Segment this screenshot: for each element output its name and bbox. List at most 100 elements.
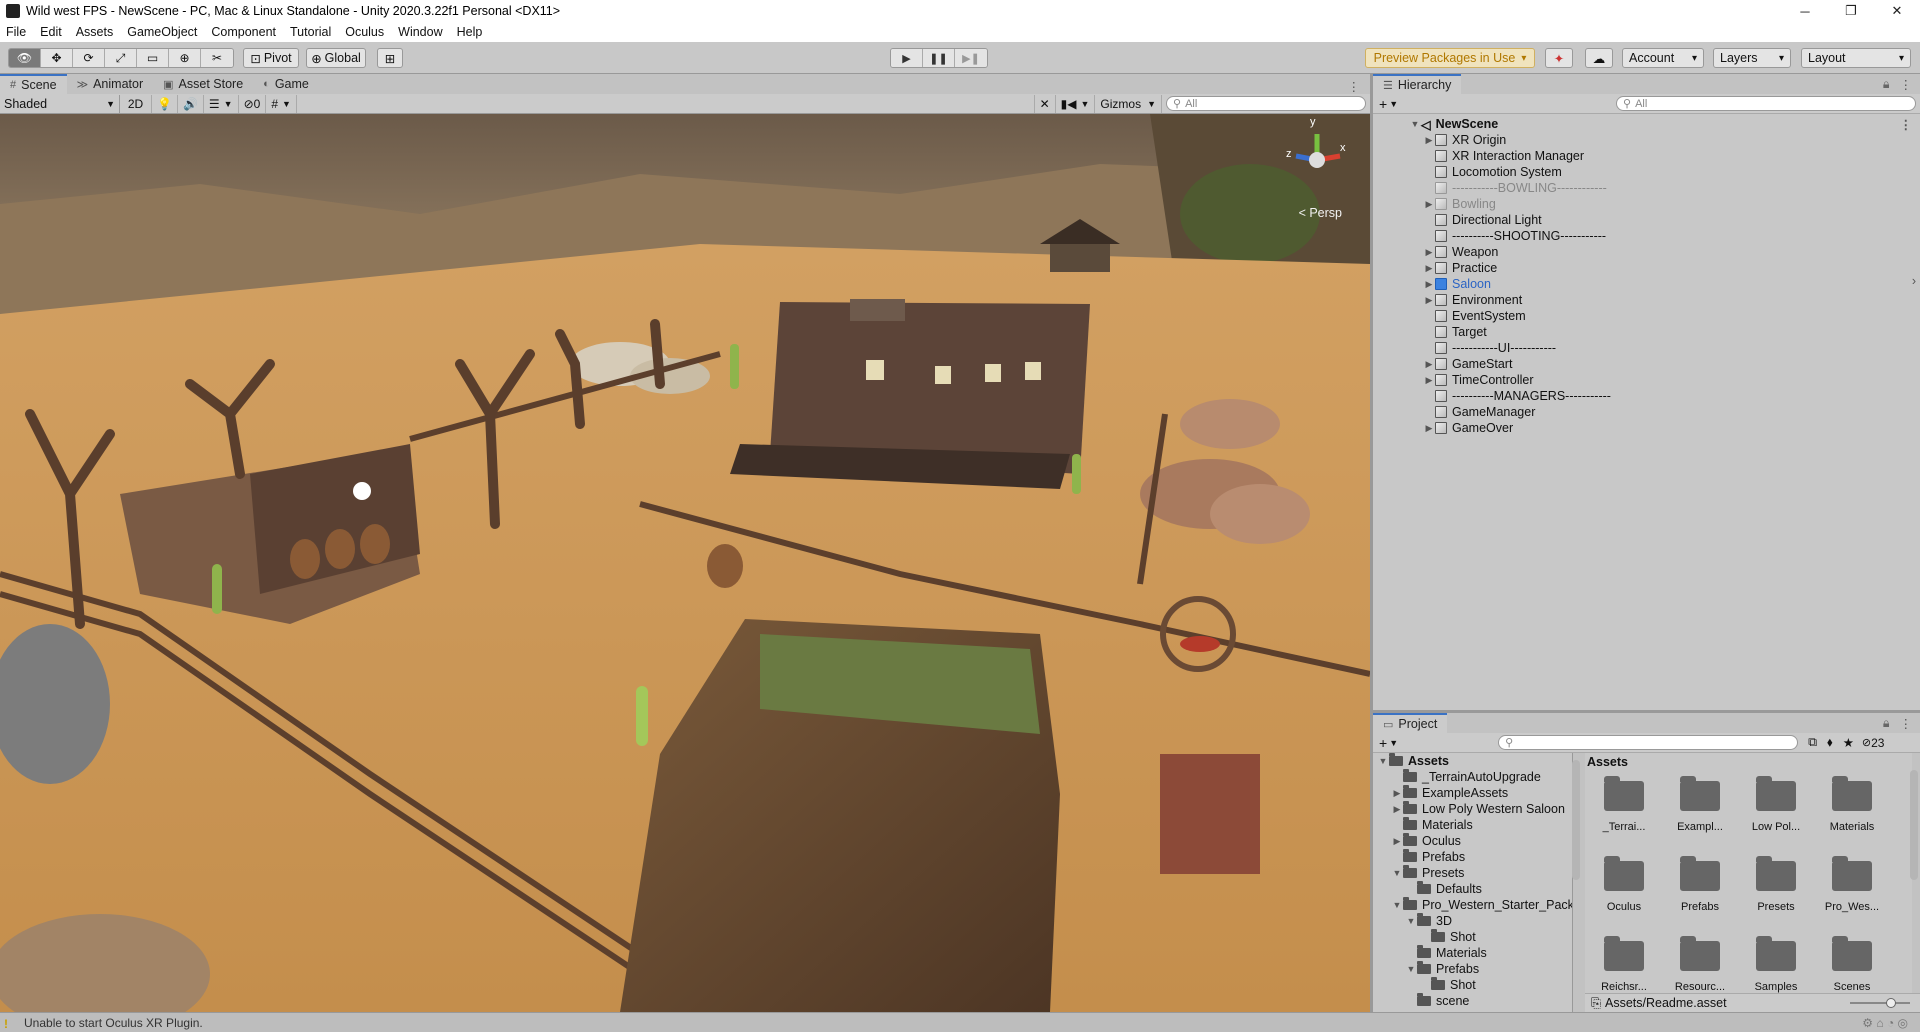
asset-grid-item[interactable]: Exampl... [1665,773,1735,843]
hierarchy-item[interactable]: ▶ Practice [1373,260,1920,276]
project-folder-item[interactable]: scene [1405,993,1469,1009]
project-folder-item[interactable]: ▼ 3D [1405,913,1452,929]
hierarchy-item[interactable]: -----------BOWLING------------ [1373,180,1920,196]
hierarchy-item[interactable]: Locomotion System [1373,164,1920,180]
menu-oculus[interactable]: Oculus [345,25,384,39]
project-folder-item[interactable]: ▼ Prefabs [1405,961,1479,977]
tab-scene[interactable]: # Scene [0,74,67,94]
expand-arrow-icon[interactable]: ▶ [1423,359,1435,370]
tab-menu-icon[interactable]: ⋮ [1348,79,1361,94]
tree-scrollbar[interactable] [1572,760,1580,880]
global-toggle[interactable]: ⊕ Global [306,48,366,68]
expand-arrow-icon[interactable]: ▼ [1405,916,1417,926]
expand-arrow-icon[interactable]: ▶ [1423,263,1435,274]
pause-button[interactable]: ❚❚ [923,49,955,67]
project-folder-item[interactable]: Materials [1391,817,1473,833]
grid-scrollbar[interactable] [1910,770,1918,880]
menu-file[interactable]: File [6,25,26,39]
layout-dropdown[interactable]: Layout [1801,48,1911,68]
tools-toggle[interactable]: ✕ [1033,94,1056,113]
project-folder-item[interactable]: Prefabs [1391,849,1465,865]
hierarchy-item[interactable]: ▶ Bowling [1373,196,1920,212]
project-folder-item[interactable]: Shot [1419,977,1476,993]
menu-assets[interactable]: Assets [76,25,114,39]
filter-type-icon[interactable]: ⧉ [1808,735,1817,750]
lock-icon[interactable]: 🔒︎ [1883,77,1890,92]
shading-mode-dropdown[interactable]: Shaded ▼ [0,94,120,113]
hierarchy-item[interactable]: ▶ GameStart [1373,356,1920,372]
project-folder-item[interactable]: ▶ Low Poly Western Saloon [1391,801,1565,817]
asset-grid-item[interactable]: _Terrai... [1589,773,1659,843]
expand-arrow-icon[interactable]: ▼ [1391,868,1403,878]
grid-snap-button[interactable]: ⊞ [377,48,403,68]
hierarchy-item[interactable]: ▶ Saloon [1373,276,1920,292]
play-button[interactable]: ▶ [891,49,923,67]
hierarchy-item[interactable]: XR Interaction Manager [1373,148,1920,164]
hierarchy-item[interactable]: ▶ Environment [1373,292,1920,308]
orientation-gizmo[interactable]: y x z [1282,116,1352,210]
hierarchy-item[interactable]: GameManager [1373,404,1920,420]
mode-2d-toggle[interactable]: 2D [120,94,152,113]
icon-size-slider[interactable] [1850,998,1910,1008]
project-folder-item[interactable]: ▶ Oculus [1391,833,1461,849]
chevron-down-icon[interactable]: ▼ [1389,99,1398,109]
expand-arrow-icon[interactable]: ▶ [1423,375,1435,386]
hierarchy-item[interactable]: ▶ TimeController [1373,372,1920,388]
asset-grid-item[interactable]: Prefabs [1665,853,1735,923]
asset-grid-item[interactable]: Presets [1741,853,1811,923]
account-dropdown[interactable]: Account [1622,48,1704,68]
rect-tool-icon[interactable]: ▭ [137,49,169,67]
panel-menu-icon[interactable]: ⋮ [1900,716,1913,731]
menu-tutorial[interactable]: Tutorial [290,25,331,39]
expand-arrow-icon[interactable]: ▼ [1391,900,1403,910]
add-icon[interactable]: + [1379,735,1387,751]
menu-gameobject[interactable]: GameObject [127,25,197,39]
step-button[interactable]: ▶❚ [955,49,987,67]
tab-game[interactable]: ◐ Game [253,74,319,94]
project-folder-item[interactable]: ▼ Assets [1377,753,1449,769]
asset-grid-item[interactable]: Materials [1817,773,1887,843]
expand-arrow-icon[interactable]: ▼ [1409,119,1421,129]
tab-animator[interactable]: ≫ Animator [67,74,154,94]
star-icon[interactable]: ★ [1843,735,1854,750]
cloud-button[interactable]: ☁ [1585,48,1613,68]
expand-arrow-icon[interactable]: ▶ [1391,788,1403,799]
project-folder-item[interactable]: Shot [1419,929,1476,945]
chevron-down-icon[interactable]: ▼ [1389,738,1398,748]
label-icon[interactable]: ⬧ [1827,735,1833,750]
lighting-toggle[interactable]: 💡 [152,94,178,113]
pivot-toggle[interactable]: ⊡ Pivot [243,48,299,68]
hierarchy-item[interactable]: Directional Light [1373,212,1920,228]
hierarchy-item[interactable]: Target [1373,324,1920,340]
camera-dropdown[interactable]: ▮◀ ▼ [1056,94,1096,113]
menu-window[interactable]: Window [398,25,442,39]
chevron-right-icon[interactable]: › [1912,274,1916,288]
expand-arrow-icon[interactable]: ▶ [1423,247,1435,258]
scene-viewport[interactable]: y x z < Persp [0,114,1370,1012]
layers-dropdown[interactable]: Layers [1713,48,1791,68]
transform-tool-icon[interactable]: ⊕ [169,49,201,67]
expand-arrow-icon[interactable]: ▶ [1423,135,1435,146]
asset-grid-item[interactable]: Low Pol... [1741,773,1811,843]
slider-thumb[interactable] [1886,998,1896,1008]
hidden-objects-toggle[interactable]: ⊘ 0 [239,94,267,113]
project-folder-item[interactable]: ▶ ExampleAssets [1391,785,1508,801]
menu-edit[interactable]: Edit [40,25,62,39]
scene-search-input[interactable]: ⚲ All [1166,96,1366,111]
project-folder-item[interactable]: ▼ Pro_Western_Starter_Pack [1391,897,1572,913]
tab-hierarchy[interactable]: ☰ Hierarchy [1373,74,1462,94]
preview-packages-button[interactable]: Preview Packages in Use [1365,48,1535,68]
hierarchy-search-input[interactable]: ⚲ All [1616,96,1916,111]
scene-root[interactable]: ▼ ◁ NewScene ⋮ [1373,116,1920,132]
close-button[interactable]: ✕ [1874,0,1920,22]
hierarchy-item[interactable]: ▶ Weapon [1373,244,1920,260]
menu-help[interactable]: Help [457,25,483,39]
project-search-input[interactable]: ⚲ [1498,735,1799,750]
expand-arrow-icon[interactable]: ▼ [1405,964,1417,974]
expand-arrow-icon[interactable]: ▶ [1423,423,1435,434]
expand-arrow-icon[interactable]: ▶ [1423,199,1435,210]
minimize-button[interactable]: ─ [1782,0,1828,22]
panel-menu-icon[interactable]: ⋮ [1900,77,1913,92]
custom-tool-icon[interactable]: ✂ [201,49,233,67]
tab-project[interactable]: ▭ Project [1373,713,1448,733]
